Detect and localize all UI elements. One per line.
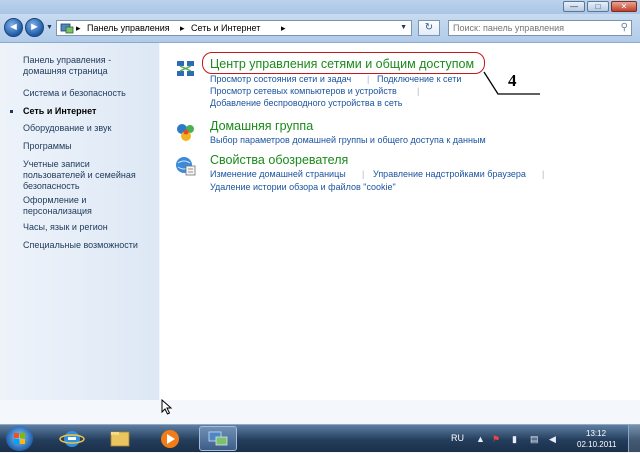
language-indicator[interactable]: RU [451,433,464,443]
add-wireless-device-link[interactable]: Добавление беспроводного устройства в се… [210,98,402,108]
navigation-bar: ◄ ► ▼ ▸ Панель управления ▸ Сеть и Интер… [0,14,640,43]
sidebar-item-network-internet[interactable]: Сеть и Интернет [23,106,96,117]
highlight-circle [202,52,485,74]
sidebar-item-home[interactable]: Панель управления - домашняя страница [23,55,111,77]
main-content [160,43,640,400]
breadcrumb-separator: ▸ [76,23,81,33]
sidebar-item-user-accounts[interactable]: Учетные записи пользователей и семейная … [23,159,136,192]
control-panel-icon [60,23,74,34]
homegroup-icon [177,124,194,141]
window-title-bar: — □ ✕ [0,0,640,14]
sidebar: Панель управления - домашняя страница Си… [0,43,159,400]
search-icon[interactable]: ⚲ [621,22,628,33]
show-hidden-icons-icon[interactable]: ▲ [476,434,485,444]
address-bar[interactable]: ▸ Панель управления ▸ Сеть и Интернет ▸ … [56,20,412,36]
breadcrumb-separator: ▸ [281,23,286,33]
homegroup-settings-link[interactable]: Выбор параметров домашней группы и общег… [210,135,486,145]
search-input[interactable] [449,21,613,34]
forward-button[interactable]: ► [25,18,44,37]
network-status-link[interactable]: Просмотр состояния сети и задач [210,74,351,84]
mouse-cursor-icon [161,399,173,415]
close-button[interactable]: ✕ [611,1,637,12]
battery-icon[interactable]: ▮ [512,434,517,445]
view-network-computers-link[interactable]: Просмотр сетевых компьютеров и устройств [210,86,397,96]
refresh-button[interactable]: ↻ [418,20,440,36]
sidebar-item-programs[interactable]: Программы [23,141,72,152]
sidebar-item-clock-language[interactable]: Часы, язык и регион [23,222,108,233]
action-center-flag-icon[interactable]: ⚑ [492,434,500,445]
show-desktop-button[interactable] [628,425,640,452]
clock-time[interactable]: 13:12 [586,429,606,438]
recent-pages-dropdown[interactable]: ▼ [46,24,53,31]
homegroup-title[interactable]: Домашняя группа [210,119,313,133]
start-orb-icon[interactable] [6,426,33,451]
breadcrumb-separator: ▸ [180,23,185,33]
delete-browsing-history-link[interactable]: Удаление истории обзора и файлов "cookie… [210,182,396,192]
network-tray-icon[interactable]: ▤ [530,434,539,445]
breadcrumb-control-panel[interactable]: Панель управления [87,23,170,33]
link-separator: | [367,74,370,84]
breadcrumb-network-internet[interactable]: Сеть и Интернет [191,23,260,33]
sidebar-item-system-security[interactable]: Система и безопасность [23,88,126,99]
address-dropdown-icon[interactable]: ▼ [400,24,407,31]
active-item-bullet [10,110,13,113]
sidebar-item-accessibility[interactable]: Специальные возможности [23,240,138,251]
internet-options-title[interactable]: Свойства обозревателя [210,153,348,167]
explorer-folder-icon[interactable] [101,426,139,451]
maximize-button[interactable]: □ [587,1,609,12]
link-separator: | [542,169,545,179]
internet-options-icon [176,157,196,176]
connect-to-network-link[interactable]: Подключение к сети [377,74,461,84]
link-separator: | [417,86,420,96]
minimize-button[interactable]: — [563,1,585,12]
media-player-icon[interactable] [151,426,189,451]
taskbar: RU ▲ ⚑ ▮ ▤ ◀ 13:12 02.10.2011 [0,424,640,452]
annotation-number: 4 [508,71,517,90]
manage-addons-link[interactable]: Управление надстройками браузера [373,169,526,179]
change-home-page-link[interactable]: Изменение домашней страницы [210,169,346,179]
network-center-icon [177,61,194,76]
sidebar-item-appearance[interactable]: Оформление и персонализация [23,195,92,217]
control-panel-icon[interactable] [199,426,237,451]
internet-explorer-icon[interactable] [53,426,91,451]
link-separator: | [362,169,365,179]
back-button[interactable]: ◄ [4,18,23,37]
volume-icon[interactable]: ◀ [549,434,556,445]
search-box[interactable]: ⚲ [448,20,632,36]
sidebar-item-hardware-sound[interactable]: Оборудование и звук [23,123,111,134]
clock-date[interactable]: 02.10.2011 [577,440,616,449]
